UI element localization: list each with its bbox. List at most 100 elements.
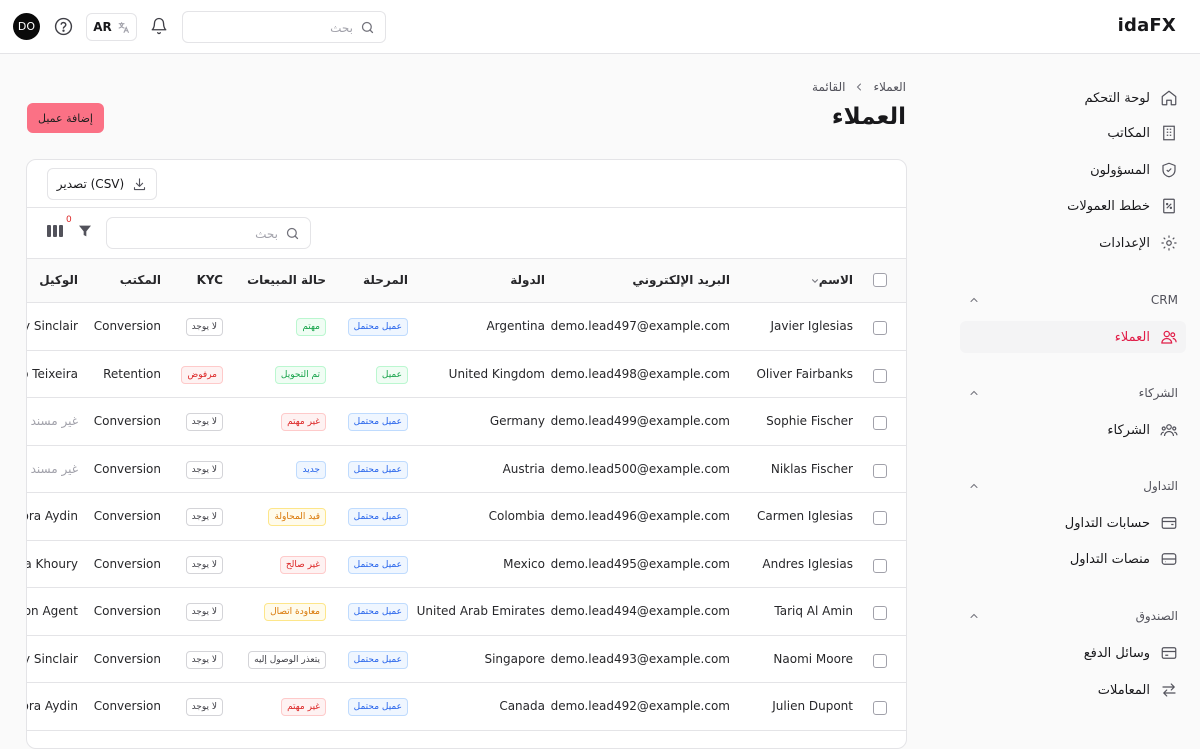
column-sales-status[interactable]: حالة المبيعات <box>247 273 326 287</box>
section-crm[interactable]: CRM <box>960 288 1186 312</box>
table-row[interactable]: Javier Iglesias demo.lead497@example.com A… <box>27 303 906 351</box>
chevron-left-icon <box>857 83 862 91</box>
sidebar-item-partners[interactable]: الشركاء <box>960 414 1186 446</box>
row-checkbox[interactable] <box>873 558 887 573</box>
cell-name[interactable]: Oliver Fairbanks <box>756 367 853 381</box>
column-kyc[interactable]: KYC <box>197 273 223 287</box>
add-client-button[interactable]: إضافة عميل <box>27 103 104 133</box>
stage-badge: عميل محتمل <box>347 555 408 574</box>
sidebar-item-settings[interactable]: الإعدادات <box>960 227 1186 259</box>
row-checkbox[interactable] <box>873 606 887 620</box>
table-row[interactable]: Tariq Al Amin demo.lead494@example.com Uni… <box>27 588 906 636</box>
shield-icon <box>1162 162 1176 178</box>
cell-name[interactable]: Niklas Fischer <box>771 462 853 476</box>
table-row[interactable]: Sophie Fischer demo.lead499@example.com Ge… <box>27 398 906 446</box>
kyc-badge: لا يوجد <box>185 650 223 669</box>
sidebar-item-label: لوحة التحكم <box>1084 90 1150 106</box>
row-checkbox[interactable] <box>873 416 887 430</box>
row-checkbox[interactable] <box>873 511 887 525</box>
column-country[interactable]: الدولة <box>510 273 545 287</box>
sidebar-item-payment-methods[interactable]: وسائل الدفع <box>960 637 1186 669</box>
chevron-up-icon <box>970 390 978 395</box>
cell-email: demo.lead492@example.com <box>550 699 730 713</box>
table-search-input[interactable] <box>115 224 278 244</box>
cell-name[interactable]: Andres Iglesias <box>762 557 853 571</box>
sidebar-item-admins[interactable]: المسؤولون <box>960 154 1186 186</box>
column-name[interactable]: الاسم <box>819 273 853 287</box>
help-icon[interactable] <box>54 17 73 36</box>
sales-status-badge: معاودة اتصال <box>264 603 326 621</box>
row-checkbox[interactable] <box>873 321 887 335</box>
sidebar-item-transactions[interactable]: المعاملات <box>960 674 1186 706</box>
row-checkbox[interactable] <box>873 368 887 383</box>
column-stage[interactable]: المرحلة <box>363 273 408 287</box>
breadcrumb-list: القائمة <box>812 80 846 94</box>
column-desk[interactable]: المكتب <box>120 273 161 287</box>
cell-country: United Arab Emirates <box>416 604 545 618</box>
users-icon <box>1161 330 1177 344</box>
sidebar-item-label: المعاملات <box>1097 682 1150 698</box>
global-search-input[interactable] <box>191 18 353 38</box>
sales-status-badge: غير صالح <box>279 555 326 574</box>
table-row[interactable]: Niklas Fischer demo.lead500@example.com Au… <box>27 446 906 493</box>
filter-icon[interactable] <box>77 223 93 239</box>
gear-icon <box>1161 235 1177 251</box>
cell-desk: Conversion <box>93 699 161 713</box>
language-label: AR <box>93 20 112 34</box>
columns-icon[interactable] <box>47 224 63 238</box>
column-agent[interactable]: الوكيل <box>39 273 78 287</box>
table-row[interactable]: Naomi Moore demo.lead493@example.com Singa… <box>27 636 906 683</box>
sales-status-badge: جديد <box>296 460 326 479</box>
cell-name[interactable]: Javier Iglesias <box>770 319 853 333</box>
sidebar-item-dashboard[interactable]: لوحة التحكم <box>960 82 1186 114</box>
sidebar-item-label: حسابات التداول <box>1064 515 1150 531</box>
bell-icon[interactable] <box>150 17 168 35</box>
filter-count-badge: 0 <box>66 215 72 225</box>
stage-badge: عميل محتمل <box>347 698 408 716</box>
sort-chevron-down-icon[interactable] <box>810 276 820 286</box>
sidebar-item-trading-accounts[interactable]: حسابات التداول <box>960 507 1186 539</box>
kyc-badge: لا يوجد <box>185 555 223 574</box>
table-row[interactable]: Julien Dupont demo.lead492@example.com Can… <box>27 683 906 731</box>
sidebar-item-label: المكاتب <box>1107 125 1150 141</box>
sidebar-item-clients[interactable]: العملاء <box>960 321 1186 353</box>
sidebar-item-desks[interactable]: المكاتب <box>960 117 1186 149</box>
row-checkbox[interactable] <box>873 653 887 668</box>
cell-name[interactable]: Naomi Moore <box>773 652 853 666</box>
export-csv-button[interactable]: تصدير (CSV) <box>47 168 157 200</box>
cell-country: Argentina <box>486 319 545 333</box>
sidebar-item-trading-platforms[interactable]: منصات التداول <box>960 543 1186 575</box>
breadcrumb-clients[interactable]: العملاء <box>873 80 906 94</box>
section-trading[interactable]: التداول <box>960 474 1186 498</box>
table-row[interactable]: Andres Iglesias demo.lead495@example.com M… <box>27 541 906 588</box>
stage-badge: عميل محتمل <box>347 508 408 526</box>
global-search[interactable] <box>182 11 386 43</box>
table-search[interactable] <box>106 217 311 249</box>
row-checkbox[interactable] <box>873 701 887 715</box>
stage-badge: عميل <box>375 365 408 384</box>
column-email[interactable]: البريد الإلكتروني <box>632 273 730 287</box>
language-switcher[interactable]: AR <box>86 13 137 41</box>
cell-name[interactable]: Sophie Fischer <box>766 414 853 428</box>
table-row[interactable]: Oliver Fairbanks demo.lead498@example.com… <box>27 351 906 398</box>
cell-name[interactable]: Carmen Iglesias <box>757 509 853 523</box>
select-all-checkbox[interactable] <box>873 273 887 287</box>
brand-logo[interactable]: idaFX <box>1118 15 1176 36</box>
stage-badge: عميل محتمل <box>347 603 408 621</box>
cell-email: demo.lead500@example.com <box>550 461 730 476</box>
cell-country: Canada <box>499 699 545 713</box>
chevron-up-icon <box>970 297 978 302</box>
sidebar-item-label: الإعدادات <box>1099 235 1150 251</box>
cell-country: Germany <box>489 414 545 428</box>
sidebar-item-commission-plans[interactable]: خطط العمولات <box>960 190 1186 222</box>
section-partners[interactable]: الشركاء <box>960 381 1186 405</box>
cell-name[interactable]: Tariq Al Amin <box>774 604 853 618</box>
cell-desk: Conversion <box>93 509 161 523</box>
avatar[interactable]: DO <box>13 13 40 40</box>
cell-name[interactable]: Julien Dupont <box>772 699 853 713</box>
section-fund[interactable]: الصندوق <box>960 604 1186 628</box>
stage-badge: عميل محتمل <box>347 413 408 431</box>
row-checkbox[interactable] <box>873 463 887 478</box>
cell-agent: Paulo Teixeira <box>27 366 78 381</box>
table-row[interactable]: Carmen Iglesias demo.lead496@example.com C… <box>27 493 906 541</box>
